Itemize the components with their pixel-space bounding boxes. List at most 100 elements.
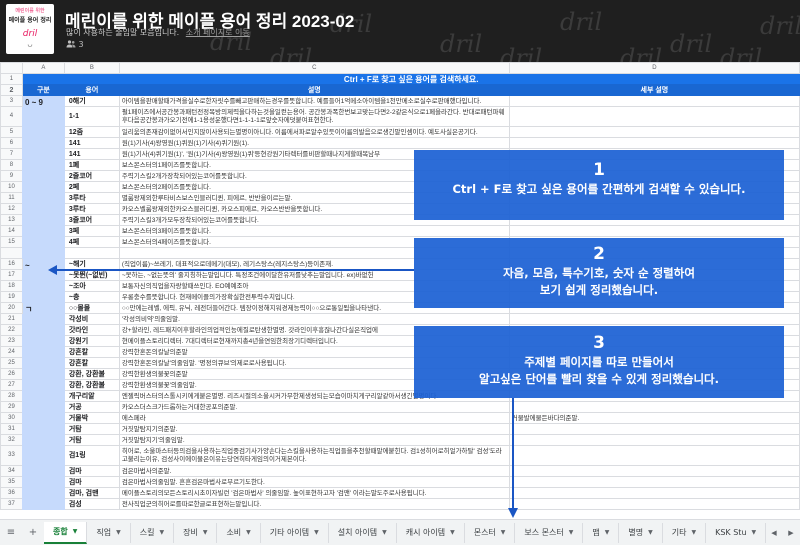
term-cell[interactable]: 12줌 [63,126,120,138]
detail-cell[interactable] [508,313,800,325]
term-cell[interactable]: 거탐 [63,423,120,435]
term-cell[interactable]: 4페 [63,236,120,248]
sheet-tab[interactable]: 직업 ▼ [87,522,131,543]
row-number[interactable]: 7 [0,148,23,160]
row-number[interactable]: 36 [0,487,23,499]
row-number[interactable]: 17 [0,269,23,281]
term-cell[interactable]: ○○몰몰 [63,302,120,314]
scroll-tabs-left-button[interactable]: ◀ [766,520,782,545]
row-number[interactable]: 33 [0,445,23,466]
term-cell[interactable]: 검성 [63,498,120,510]
detail-cell[interactable] [508,445,800,466]
select-all-corner[interactable] [0,62,23,74]
row-number[interactable]: 25 [0,357,23,369]
group-cell[interactable]: ~ [21,258,65,303]
row-number[interactable]: 31 [0,423,23,435]
term-cell[interactable]: 강흔칼 [63,346,120,358]
add-sheet-button[interactable]: + [22,527,44,538]
row-number[interactable]: 12 [0,203,23,215]
row-number[interactable]: 30 [0,412,23,424]
sheet-tab[interactable]: 별명 ▼ [619,522,663,543]
table-row[interactable]: 36 검마, 검맨 메이플스토리의모든스토리시초이자빌런 '검은마법사' 의줄임말.… [0,487,800,499]
term-cell[interactable]: 141 [63,137,120,149]
sheet-tab[interactable]: 캐시 아이템 ▼ [397,522,465,543]
description-cell[interactable]: 거짓말탐지기'의줄임말. [118,434,510,446]
sheet-tab[interactable]: 소비 ▼ [217,522,261,543]
description-cell[interactable]: 메이플스토리의모든스토리시초이자빌런 '검은마법사' 의줄임말. 높이표현하고자… [118,487,510,499]
detail-cell[interactable] [508,465,800,477]
group-cell[interactable]: 0 ~ 9 [21,95,65,259]
term-cell[interactable]: 거공 [63,401,120,413]
viewers-indicator[interactable]: 3 [66,40,84,49]
term-cell[interactable]: 각성비 [63,313,120,325]
description-cell[interactable]: 원(1)기사(4)왕영원(1)퀴원(1)기사(4)퀴기원(1). [118,137,510,149]
term-cell[interactable]: 강환, 강환불 [63,368,120,380]
detail-cell[interactable]: 거물발에물든바다의준말. [508,412,800,424]
sheet-tab[interactable]: 종합 ▼ [44,521,88,544]
table-row[interactable]: 4 1-1 펄1페이즈에서공간봉과패턴전정목방의제력을다하는것을일컫는용어. 공간봉… [0,106,800,127]
spreadsheet-grid[interactable]: A B C D 1 Ctrl + F로 찾고 싶은 용어를 검색하세요. 2 구… [0,62,800,519]
row-number[interactable]: 9 [0,170,23,182]
term-cell[interactable]: 3루타 [63,192,120,204]
table-row[interactable]: 29 거공 카오스더스크가드롭하는거대한공포의준말. [0,401,800,413]
row-number[interactable]: 23 [0,335,23,347]
term-cell[interactable]: 검마 [63,476,120,488]
table-row[interactable]: 21 각성비 '각성의비약'의줄임말. [0,313,800,325]
row-number[interactable]: 5 [0,126,23,138]
description-cell[interactable]: 거짓말탐지기의준말. [118,423,510,435]
table-row[interactable]: 30 ~ 9 0해기 아이템을판매할때가격을실수로한자릿수를빼고판매하는경우를뜻합니… [0,95,800,259]
detail-cell[interactable] [508,126,800,138]
row-number[interactable]: 11 [0,192,23,204]
term-cell[interactable]: ~충 [63,291,120,303]
row-number[interactable]: 22 [0,324,23,336]
detail-cell[interactable] [508,401,800,413]
term-cell[interactable]: 검1링 [63,445,120,466]
sheet-tab[interactable]: 몬스터 ▼ [465,522,516,543]
description-cell[interactable]: 검은마법사의줄임말. 흔흔검은마법사로부르기도한다. [118,476,510,488]
row-number[interactable] [0,247,23,259]
row-number[interactable]: 1 [0,73,23,85]
table-row[interactable]: 6 141 원(1)기사(4)왕영원(1)퀴원(1)기사(4)퀴기원(1). [0,137,800,149]
detail-cell[interactable] [508,498,800,510]
group-cell[interactable]: ㄱ [21,302,65,510]
row-number[interactable]: 8 [0,159,23,171]
row-number[interactable]: 34 [0,465,23,477]
term-cell[interactable]: ~못뛴(~없빈) [63,269,120,281]
term-cell[interactable]: 거물박 [63,412,120,424]
column-header-d[interactable]: D [508,62,800,74]
row-number[interactable]: 3 [0,95,23,107]
detail-cell[interactable] [508,476,800,488]
sheet-tab[interactable]: 기타 ▼ [663,522,707,543]
term-cell[interactable]: 3페 [63,225,120,237]
row-number[interactable]: 21 [0,313,23,325]
column-header-a[interactable]: A [21,62,65,74]
term-cell[interactable]: 강환, 강환불 [63,379,120,391]
description-cell[interactable]: 일리움의존재감이없어서인지많이사용되는별명이아니다. 이름에서파로알수있듯이이름… [118,126,510,138]
term-cell[interactable]: 강흔칼 [63,357,120,369]
column-header-b[interactable]: B [63,62,120,74]
term-cell[interactable]: ~조아 [63,280,120,292]
description-cell[interactable]: 에스페라 [118,412,510,424]
row-number[interactable]: 32 [0,434,23,446]
term-cell[interactable]: 3루타 [63,203,120,215]
row-number[interactable]: 13 [0,214,23,226]
description-cell[interactable]: 펄1페이즈에서공간봉과패턴전정목방의제력을다하는것을일컫는용어. 공간봉과폭한번… [118,106,510,127]
detail-cell[interactable] [508,423,800,435]
row-number[interactable]: 24 [0,346,23,358]
detail-cell[interactable] [508,137,800,149]
table-row[interactable]: 5 12줌 일리움의존재감이없어서인지많이사용되는별명이아니다. 이름에서파로알수있… [0,126,800,138]
row-number[interactable]: 15 [0,236,23,248]
row-number[interactable]: 27 [0,379,23,391]
table-row[interactable]: 31 거탐 거짓말탐지기의준말. [0,423,800,435]
row-number[interactable]: 20 [0,302,23,314]
term-cell[interactable]: 1폐 [63,159,120,171]
term-cell[interactable]: 0해기 [63,95,120,107]
row-number[interactable]: 6 [0,137,23,149]
sheet-tab[interactable]: 스킬 ▼ [131,522,175,543]
sheet-tab[interactable]: 장비 ▼ [174,522,218,543]
term-cell[interactable]: 개구리알 [63,390,120,402]
sheet-tab[interactable]: 설치 아이템 ▼ [329,522,397,543]
scroll-tabs-right-button[interactable]: ▶ [783,520,799,545]
row-number[interactable]: 2 [0,84,23,96]
term-cell[interactable]: 거탐 [63,434,120,446]
